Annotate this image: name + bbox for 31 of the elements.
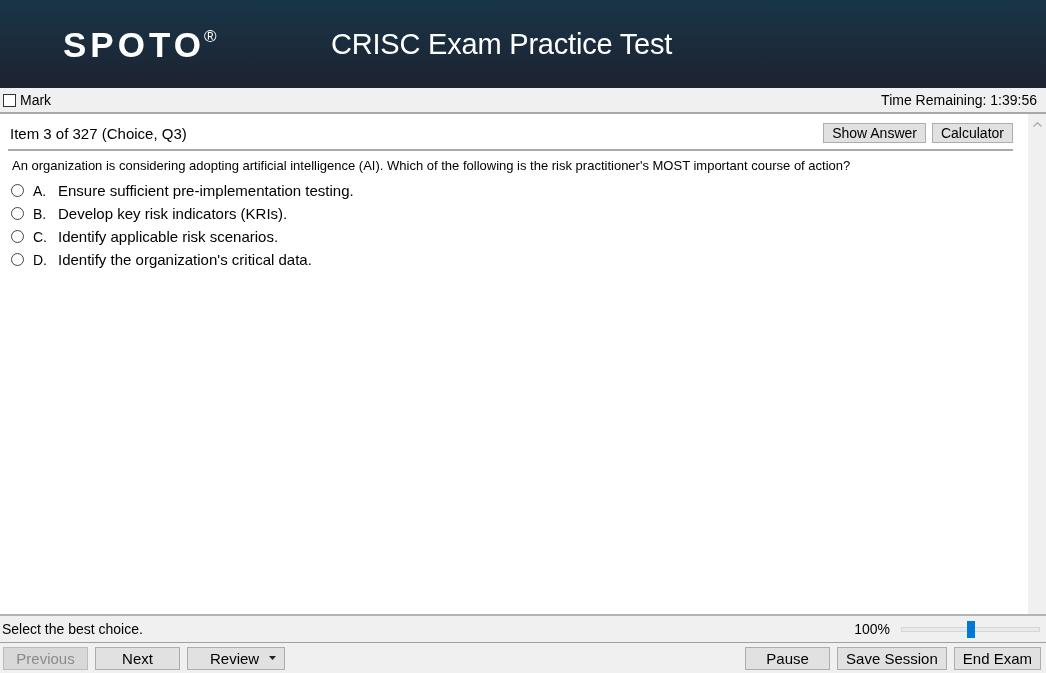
- scrollbar[interactable]: [1028, 114, 1046, 614]
- nav-button[interactable]: Save Session: [837, 646, 947, 670]
- nav-button[interactable]: Pause: [745, 646, 831, 670]
- radio-button[interactable]: [11, 230, 24, 243]
- mark-checkbox-label[interactable]: Mark: [3, 92, 52, 108]
- radio-button[interactable]: [11, 207, 24, 220]
- toolbar-button[interactable]: Calculator: [931, 123, 1013, 143]
- nav-button[interactable]: End Exam: [953, 646, 1041, 670]
- option-letter: A.: [33, 182, 48, 199]
- caret-down-icon: [269, 656, 277, 660]
- option-letter: C.: [33, 228, 48, 245]
- instruction-text: Select the best choice.: [2, 621, 143, 637]
- radio-button[interactable]: [11, 184, 24, 197]
- dropdown-button[interactable]: Review: [187, 646, 286, 670]
- question-text: An organization is considering adopting artificial intelligence (AI). Which of the following is the risk practitioner's MOST important course of action?: [12, 158, 852, 173]
- time-remaining: Time Remaining: 1:39:56: [881, 92, 1037, 108]
- option-text[interactable]: Ensure sufficient pre-implementation testing.: [58, 182, 354, 199]
- slider-thumb[interactable]: [966, 620, 975, 638]
- option-text[interactable]: Identify applicable risk scenarios.: [58, 228, 279, 245]
- zoom-reading: 100%: [854, 621, 890, 637]
- nav-button[interactable]: Next: [95, 646, 180, 670]
- logo: SPOTO$^{®}$: [63, 25, 218, 65]
- option-text[interactable]: Identify the organization's critical data.: [58, 251, 312, 268]
- radio-button[interactable]: [11, 253, 24, 266]
- option-text[interactable]: Develop key risk indicators (KRIs).: [58, 205, 288, 222]
- app-title: CRISC Exam Practice Test: [331, 27, 673, 61]
- option-letter: B.: [33, 205, 48, 222]
- item-heading: Item 3 of 327 (Choice, Q3): [10, 124, 187, 142]
- toolbar-button[interactable]: Show Answer: [823, 123, 926, 143]
- mark-checkbox[interactable]: [3, 93, 16, 107]
- option-letter: D.: [33, 251, 48, 268]
